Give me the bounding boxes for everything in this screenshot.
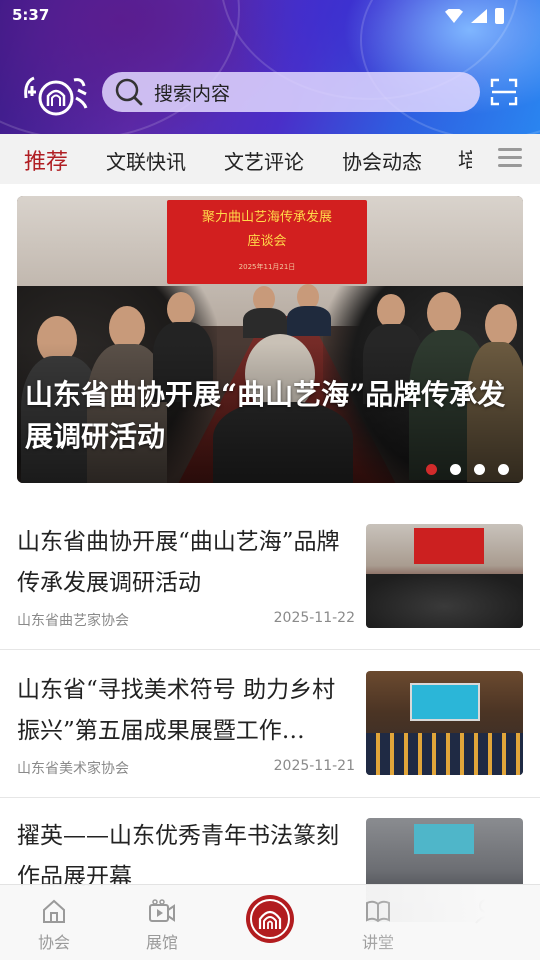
search-input[interactable]: 搜索内容 <box>154 79 230 106</box>
tab-training[interactable]: 培 <box>458 144 472 173</box>
home-icon <box>43 899 65 923</box>
article-date: 2025-11-22 <box>273 610 355 626</box>
carousel-dot[interactable] <box>426 464 437 475</box>
carousel-dot[interactable] <box>474 464 485 475</box>
logo-center-icon <box>250 899 290 939</box>
category-tabs: 推荐 文联快讯 文艺评论 协会动态 培 <box>0 134 540 184</box>
status-icons <box>445 8 504 24</box>
status-bar: 5:37 <box>0 0 540 32</box>
app-header: 5:37 搜索内容 <box>0 0 540 134</box>
tab-news[interactable]: 文联快讯 <box>106 146 186 175</box>
carousel[interactable]: 聚力曲山艺海传承发展 座谈会 2025年11月21日 山东省曲协开展“曲山艺海”… <box>17 196 523 483</box>
battery-icon <box>495 8 504 24</box>
nav-fade-overlay <box>360 885 540 960</box>
menu-icon[interactable] <box>498 148 522 168</box>
nav-label: 展馆 <box>145 933 178 952</box>
nav-gallery[interactable]: 展馆 <box>122 897 202 953</box>
scan-icon[interactable] <box>490 78 518 106</box>
article-title[interactable]: 山东省“寻找美术符号 助力乡村振兴”第五届成果展暨工作… <box>17 670 357 752</box>
article-source: 山东省曲艺家协会 <box>17 613 129 629</box>
carousel-caption[interactable]: 山东省曲协开展“曲山艺海”品牌传承发展调研活动 <box>25 374 517 458</box>
article-item[interactable]: 山东省曲协开展“曲山艺海”品牌传承发展调研活动 山东省曲艺家协会 2025-11… <box>0 500 540 650</box>
article-thumbnail[interactable] <box>366 524 523 628</box>
article-title[interactable]: 山东省曲协开展“曲山艺海”品牌传承发展调研活动 <box>17 522 357 604</box>
banner-title: 聚力曲山艺海传承发展 <box>201 210 332 225</box>
tab-review[interactable]: 文艺评论 <box>224 146 304 175</box>
logo-icon <box>24 76 88 116</box>
article-item[interactable]: 山东省“寻找美术符号 助力乡村振兴”第五届成果展暨工作… 山东省美术家协会 20… <box>0 650 540 798</box>
article-thumbnail[interactable] <box>366 671 523 775</box>
search-bar[interactable]: 搜索内容 <box>102 72 480 112</box>
logo-center-button[interactable] <box>246 895 294 943</box>
nav-association[interactable]: 协会 <box>14 897 94 953</box>
tab-association[interactable]: 协会动态 <box>342 146 422 175</box>
wifi-icon <box>445 9 463 23</box>
nav-label: 协会 <box>37 933 70 952</box>
carousel-dot[interactable] <box>450 464 461 475</box>
search-icon <box>114 77 144 107</box>
carousel-indicator <box>426 464 509 475</box>
video-icon <box>149 899 175 922</box>
article-item[interactable]: 擢英——山东优秀青年书法篆刻作品展开幕 <box>0 798 540 922</box>
app-logo[interactable] <box>20 68 92 120</box>
banner-board: 聚力曲山艺海传承发展 座谈会 2025年11月21日 <box>167 200 367 284</box>
signal-icon <box>471 9 487 23</box>
bottom-nav: 协会 展馆 讲堂 <box>0 884 540 960</box>
carousel-dot[interactable] <box>498 464 509 475</box>
article-source: 山东省美术家协会 <box>17 761 129 777</box>
article-date: 2025-11-21 <box>273 758 355 774</box>
banner-subtitle: 座谈会 <box>247 234 287 249</box>
status-time: 5:37 <box>12 6 50 24</box>
banner-date: 2025年11月21日 <box>238 263 296 271</box>
tab-recommend[interactable]: 推荐 <box>24 144 68 176</box>
